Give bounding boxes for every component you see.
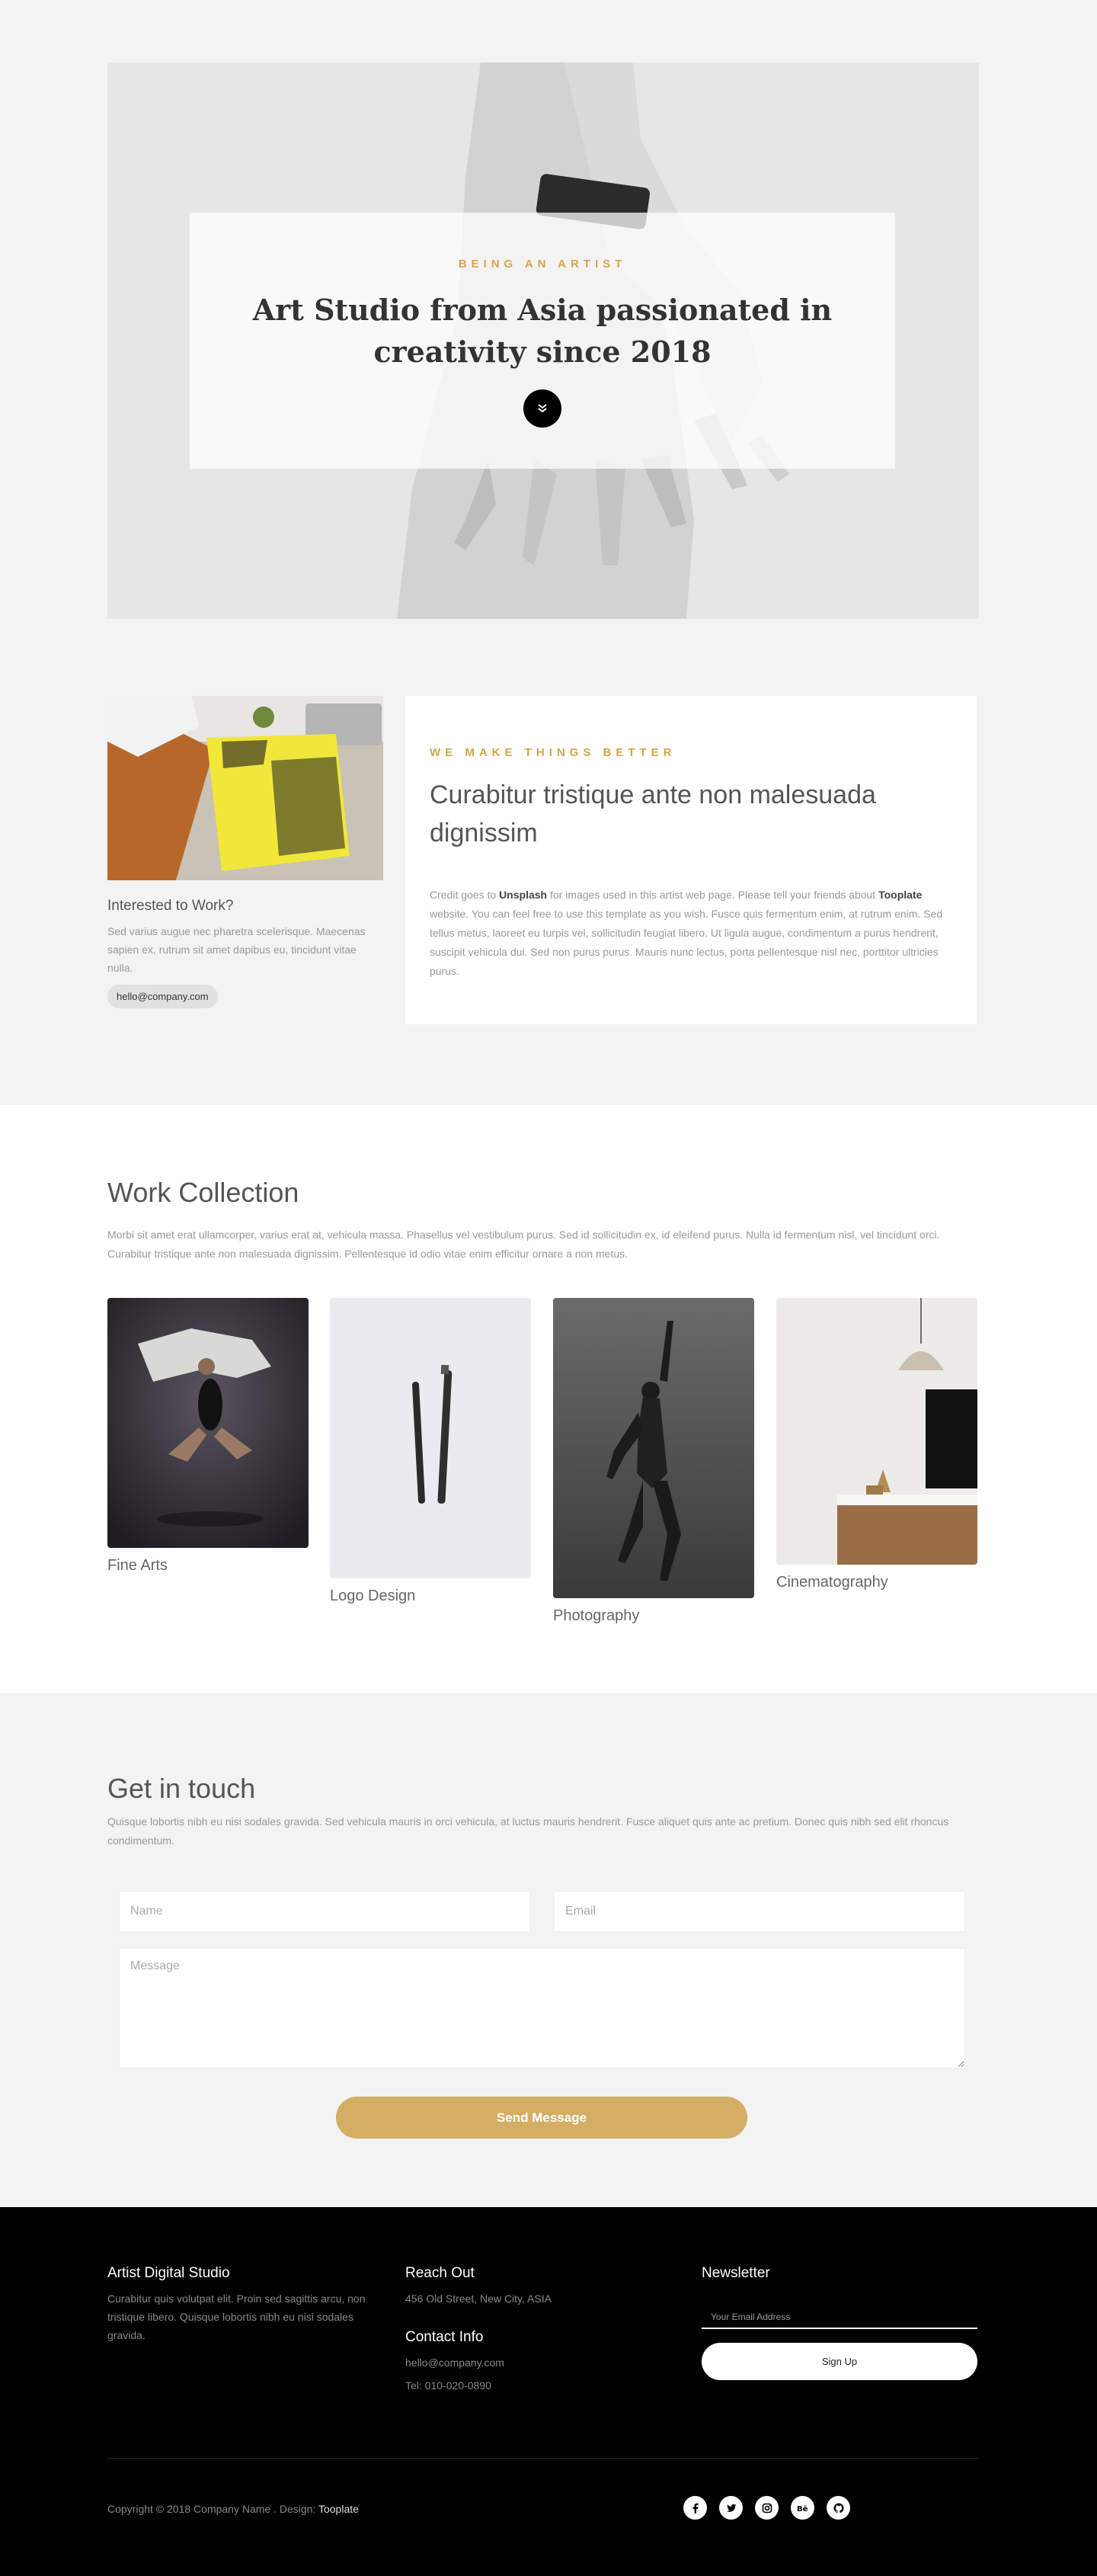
newsletter-heading: Newsletter (702, 2265, 770, 2281)
double-chevron-down-icon (538, 404, 547, 413)
work-item: Cinematography (776, 1298, 977, 1591)
tooplate-link[interactable]: Tooplate (878, 889, 922, 901)
newsletter-email-input[interactable] (702, 2306, 977, 2329)
hero-section: Being an artist Art Studio from Asia pas… (0, 0, 1097, 662)
facebook-icon (692, 2503, 698, 2514)
intro-eyebrow: We make things better (430, 746, 676, 759)
scroll-down-button[interactable] (523, 389, 561, 428)
intro-body-text: website. You can feel free to use this t… (430, 908, 943, 977)
unsplash-link[interactable]: Unsplash (499, 889, 547, 901)
footer-email-link[interactable]: hello@company.com (405, 2353, 504, 2372)
hero-title: Art Studio from Asia passionated in crea… (252, 293, 833, 369)
contact-section: Get in touch Quisque lobortis nibh eu ni… (0, 1693, 1097, 2207)
behance-link[interactable]: Bē (791, 2496, 814, 2520)
footer-phone[interactable]: Tel: 010-020-0890 (405, 2376, 491, 2395)
work-text: Sed varius augue nec pharetra scelerisqu… (107, 925, 366, 974)
fine-arts-image[interactable] (107, 1298, 309, 1548)
work-collection-section: Work Collection Morbi sit amet erat ulla… (0, 1105, 1097, 1693)
photography-image[interactable] (553, 1298, 754, 1598)
footer-brand-heading: Artist Digital Studio (107, 2265, 230, 2281)
send-message-button[interactable]: Send Message (336, 2097, 747, 2139)
hero-card: Being an artist Art Studio from Asia pas… (190, 213, 895, 469)
instagram-icon (762, 2503, 772, 2513)
behance-icon: Bē (797, 2505, 808, 2513)
social-links: Bē (683, 2496, 850, 2520)
copyright-text: Copyright © 2018 Company Name . Design: (107, 2503, 318, 2515)
work-item: Photography (553, 1298, 754, 1625)
intro-heading: Curabitur tristique ante non malesuada d… (430, 780, 876, 847)
facebook-link[interactable] (683, 2496, 707, 2520)
svg-text:Bē: Bē (797, 2505, 808, 2513)
work-title: Work Collection (107, 1177, 299, 1208)
email-field[interactable] (554, 1891, 965, 1932)
address-text: 456 Old Street, New City, ASIA (405, 2292, 552, 2305)
work-label[interactable]: Logo Design (330, 1588, 531, 1605)
footer: Artist Digital Studio Curabitur quis vol… (0, 2207, 1097, 2576)
contact-title: Get in touch (107, 1773, 256, 1804)
sign-up-button[interactable]: Sign Up (702, 2343, 977, 2380)
contact-lead: Quisque lobortis nibh eu nisi sodales gr… (107, 1815, 949, 1847)
intro-body-text: Credit goes to (430, 889, 500, 901)
work-inquiry-block: Interested to Work? Sed varius augue nec… (107, 898, 383, 1008)
twitter-icon (726, 2504, 736, 2512)
contact-info-heading: Contact Info (405, 2329, 484, 2345)
hero-eyebrow: Being an artist (458, 258, 627, 271)
intro-body: Credit goes to Unsplash for images used … (430, 886, 952, 981)
work-label[interactable]: Photography (553, 1607, 754, 1625)
intro-section: Interested to Work? Sed varius augue nec… (0, 662, 1097, 1105)
copyright: Copyright © 2018 Company Name . Design: … (107, 2503, 359, 2515)
name-field[interactable] (119, 1891, 530, 1932)
github-link[interactable] (827, 2496, 850, 2520)
work-item: Fine Arts (107, 1298, 309, 1575)
work-lead: Morbi sit amet erat ullamcorper, varius … (107, 1229, 940, 1260)
work-heading: Interested to Work? (107, 898, 234, 914)
github-icon (833, 2503, 843, 2513)
work-label[interactable]: Fine Arts (107, 1557, 309, 1575)
hero-banner: Being an artist Art Studio from Asia pas… (107, 62, 979, 619)
intro-body-text: for images used in this artist web page.… (547, 889, 879, 901)
magazine-reader-image (107, 696, 383, 880)
reach-out-heading: Reach Out (405, 2265, 475, 2281)
cinematography-image[interactable] (776, 1298, 977, 1565)
footer-brand-text: Curabitur quis volutpat elit. Proin sed … (107, 2292, 366, 2341)
message-field[interactable] (119, 1948, 965, 2068)
tooplate-design-link[interactable]: Tooplate (318, 2503, 359, 2515)
twitter-link[interactable] (719, 2496, 743, 2520)
work-label[interactable]: Cinematography (776, 1574, 977, 1591)
logo-design-image[interactable] (330, 1298, 531, 1578)
footer-divider (107, 2458, 979, 2459)
email-pill[interactable]: hello@company.com (107, 985, 218, 1008)
work-item: Logo Design (330, 1298, 531, 1605)
intro-card: We make things better Curabitur tristiqu… (405, 696, 977, 1024)
instagram-link[interactable] (755, 2496, 779, 2520)
